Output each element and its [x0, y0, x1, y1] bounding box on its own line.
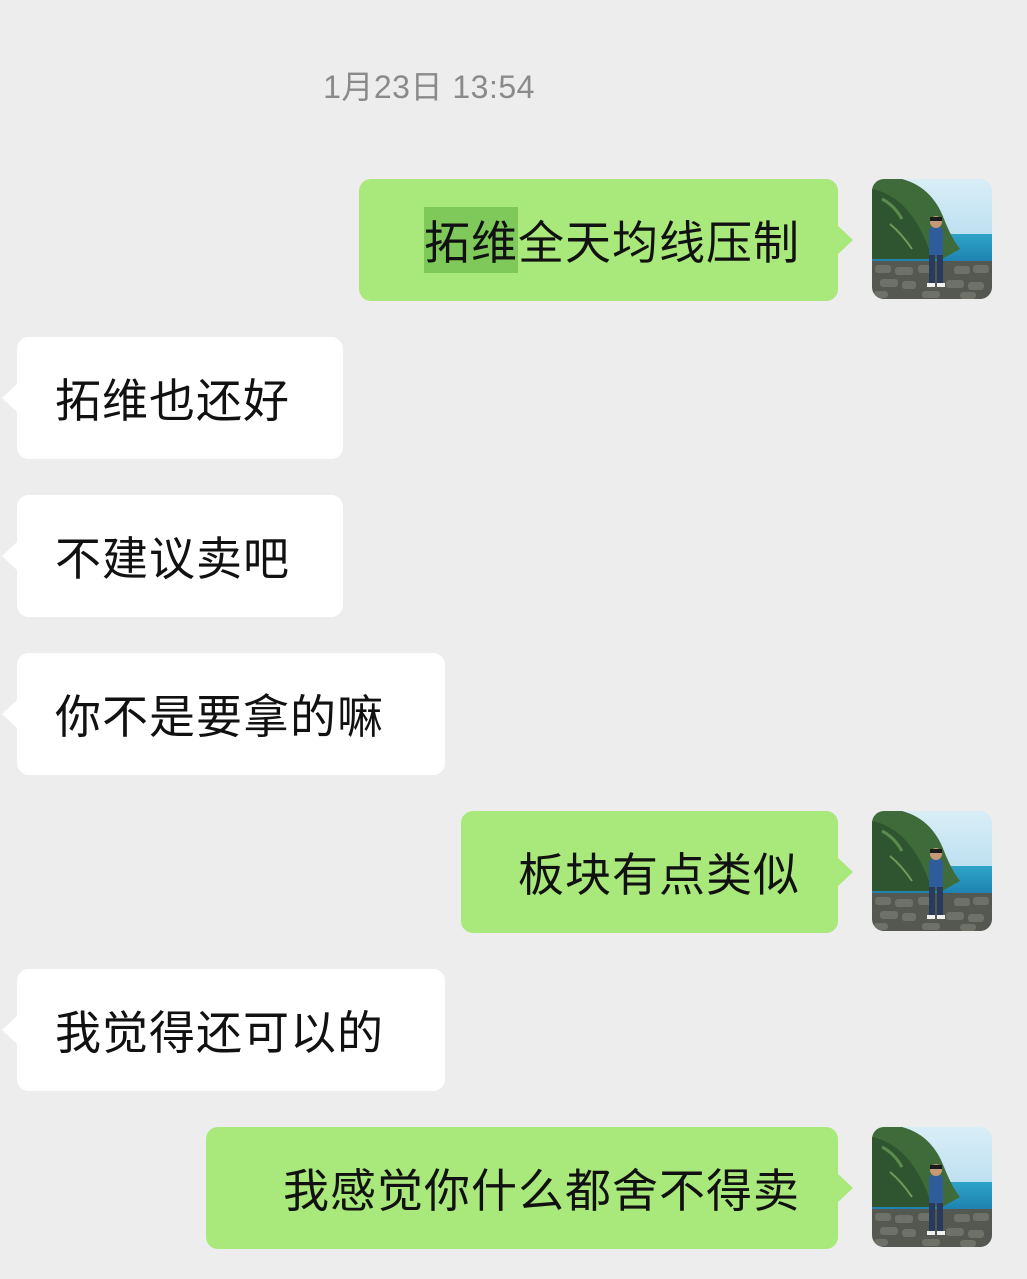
- avatar-photo-icon[interactable]: [872, 179, 992, 299]
- message-text: 我感觉你什么都舍不得卖: [283, 1164, 800, 1218]
- received-message-bubble[interactable]: 不建议卖吧: [2, 495, 343, 617]
- message-timestamp: 1月23日 13:54: [323, 69, 535, 105]
- sent-message-bubble[interactable]: 拓维 全天均线压制: [359, 179, 853, 301]
- message-text: 全天均线压制: [518, 216, 800, 270]
- avatar-photo-icon[interactable]: [872, 1127, 992, 1247]
- received-message-bubble[interactable]: 拓维也还好: [2, 337, 343, 459]
- message-text: 你不是要拿的嘛: [55, 690, 384, 744]
- message-text: 不建议卖吧: [55, 532, 290, 586]
- received-message-bubble[interactable]: 你不是要拿的嘛: [2, 653, 445, 775]
- sent-message-bubble[interactable]: 板块有点类似: [461, 811, 853, 933]
- highlighted-text: 拓维: [424, 207, 518, 273]
- avatar-photo-icon[interactable]: [872, 811, 992, 931]
- message-text: 板块有点类似: [518, 848, 800, 902]
- message-text: 拓维也还好: [55, 374, 290, 428]
- sent-message-bubble[interactable]: 我感觉你什么都舍不得卖: [206, 1127, 853, 1249]
- received-message-bubble[interactable]: 我觉得还可以的: [2, 969, 445, 1091]
- message-text: 我觉得还可以的: [55, 1006, 384, 1060]
